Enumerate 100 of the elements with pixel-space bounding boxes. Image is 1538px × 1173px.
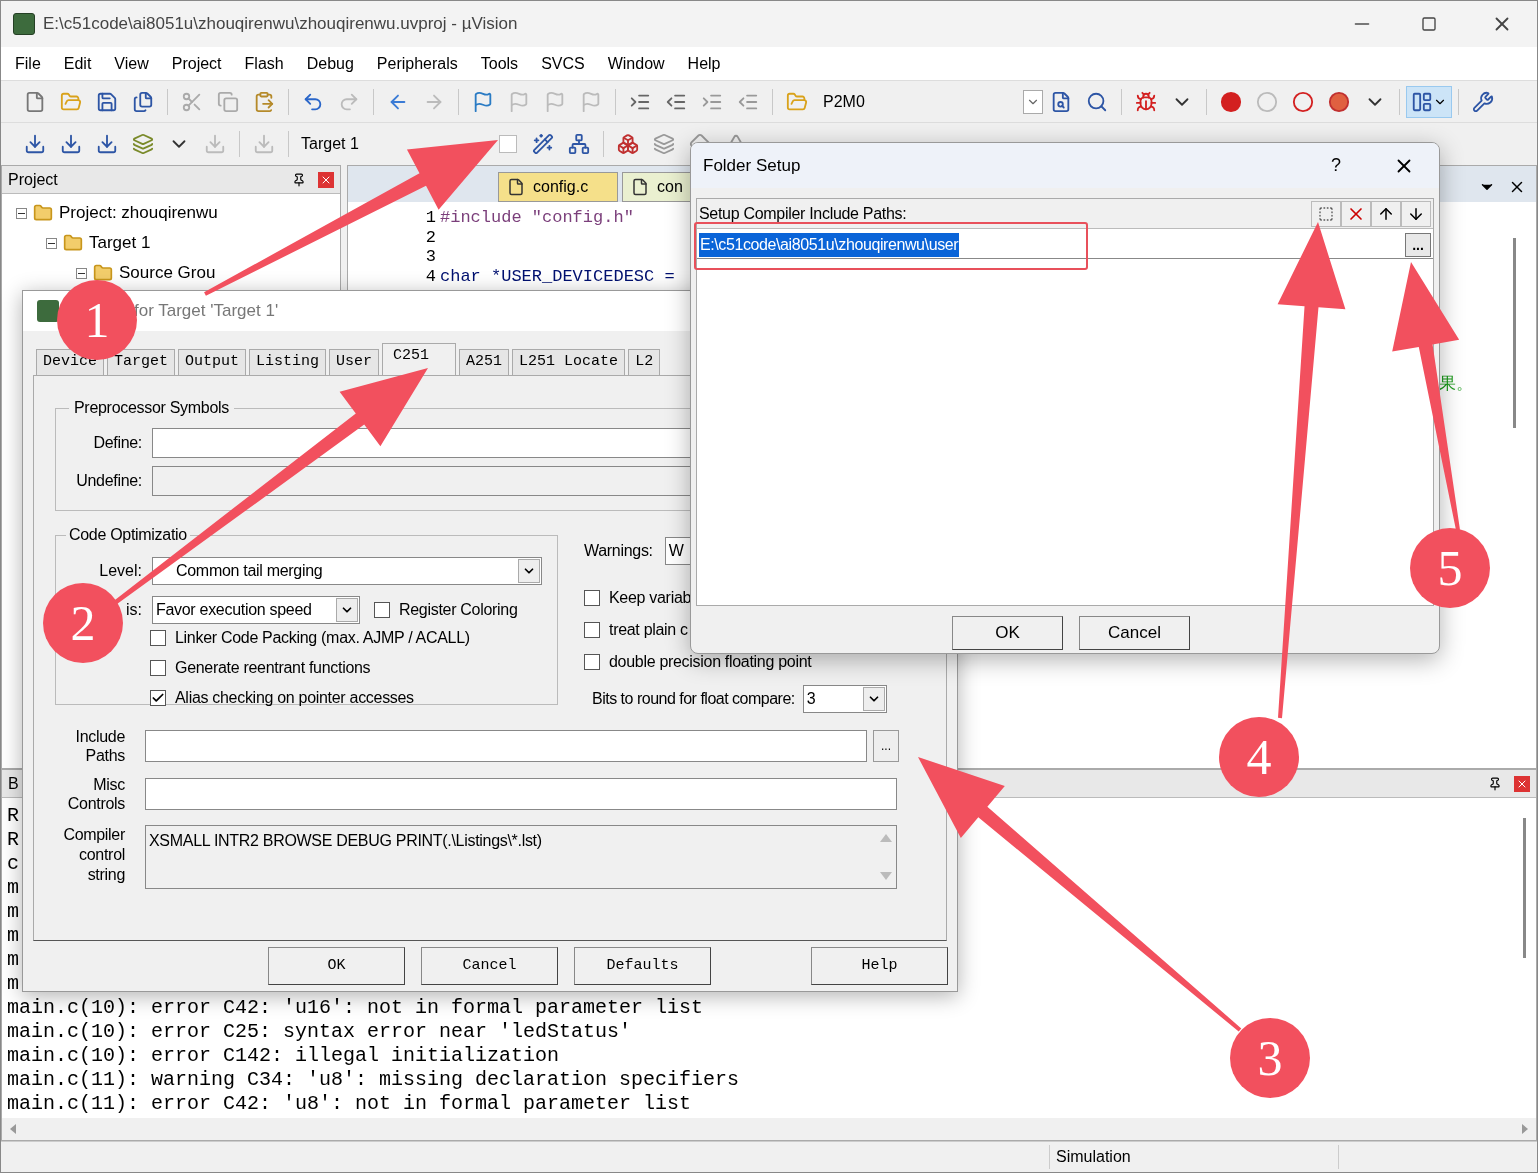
horizontal-scrollbar[interactable] [2, 1118, 1536, 1140]
search-icon[interactable] [1086, 90, 1108, 113]
path-list-item[interactable]: E:\c51code\ai8051u\zhouqirenwu\user [699, 232, 960, 257]
output-line: c [7, 852, 19, 876]
checkbox-label: Alias checking on pointer accesses [175, 688, 414, 708]
save-icon[interactable] [96, 90, 118, 113]
target-combo[interactable]: Target 1 [301, 132, 491, 156]
tab[interactable]: C251 [382, 343, 457, 375]
dialog-button[interactable]: OK [268, 947, 405, 985]
tab[interactable]: User [329, 349, 380, 375]
menu-item[interactable]: Edit [63, 51, 92, 76]
scrollbar[interactable] [1513, 238, 1516, 428]
control-string-field: XSMALL INTR2 BROWSE DEBUG PRINT(.\Listings\*.lst) [145, 825, 897, 889]
find-icon[interactable] [1050, 90, 1072, 113]
dialog-button[interactable]: Defaults [574, 947, 711, 985]
output-line: m [7, 900, 19, 924]
code-line: char *USER_DEVICEDESC = [440, 265, 675, 288]
manage-components-icon[interactable] [617, 133, 639, 155]
editor-tab[interactable]: config.c [498, 172, 618, 202]
menu-item[interactable]: Peripherals [376, 51, 458, 76]
translate-icon[interactable] [24, 133, 46, 155]
dropdown[interactable]: Common tail merging [152, 557, 542, 585]
save-all-icon[interactable] [132, 90, 154, 113]
scrollbar[interactable] [1523, 818, 1526, 958]
checkbox[interactable] [584, 622, 600, 638]
window-title: E:\c51code\ai8051u\zhouqirenwu\zhouqirenwu.uvproj - µVision [43, 13, 518, 36]
maximize-icon[interactable] [1421, 16, 1437, 32]
pin-icon[interactable] [292, 172, 306, 187]
new-file-icon[interactable] [24, 90, 46, 113]
options-icon[interactable] [568, 133, 590, 155]
tab[interactable]: L2 [628, 349, 661, 375]
checkbox[interactable] [374, 602, 390, 618]
line-number: 3 [424, 246, 436, 268]
checkbox[interactable] [150, 690, 166, 706]
tab[interactable]: Output [178, 349, 247, 375]
menu-item[interactable]: View [114, 51, 149, 76]
collapse-icon[interactable] [16, 207, 27, 219]
include-paths-field[interactable] [145, 730, 867, 762]
pin-icon[interactable] [1488, 776, 1502, 791]
debug-icon[interactable] [1135, 90, 1157, 113]
dropdown[interactable]: Favor execution speed [152, 596, 360, 624]
menu-item[interactable]: Tools [480, 51, 519, 76]
menu-item[interactable]: Project [171, 51, 222, 76]
menu-item[interactable]: Debug [306, 51, 354, 76]
tree-item[interactable]: Project: zhouqirenwu [59, 200, 218, 226]
menu-item[interactable]: Flash [244, 51, 284, 76]
magic-wand-icon[interactable] [532, 133, 554, 155]
delete-icon[interactable] [1341, 200, 1371, 227]
menu-item[interactable]: Window [607, 51, 665, 76]
paste-icon[interactable] [253, 90, 275, 113]
output-line: m [7, 948, 19, 972]
menu-item[interactable]: SVCS [541, 51, 585, 76]
wrench-icon[interactable] [1472, 90, 1494, 113]
help-button[interactable]: ? [1331, 152, 1341, 179]
dialog-button[interactable]: Cancel [1079, 616, 1190, 650]
menu-item[interactable]: Help [687, 51, 721, 76]
flag-icon[interactable] [472, 90, 494, 113]
line-number: 1 [424, 207, 436, 229]
output-line: main.c(10): error C42: 'u16': not in formal parameter list [7, 996, 704, 1020]
tab[interactable]: Listing [249, 349, 327, 375]
browse-button[interactable]: ... [1405, 232, 1431, 257]
checkbox[interactable] [584, 654, 600, 670]
batch-build-icon[interactable] [132, 133, 154, 155]
output-line: m [7, 924, 19, 948]
dialog-button[interactable]: OK [952, 616, 1063, 650]
move-up-icon[interactable] [1371, 200, 1401, 227]
tab[interactable]: Target [107, 349, 176, 375]
folder-icon [93, 263, 113, 283]
new-folder-icon[interactable] [1311, 200, 1341, 227]
tab[interactable]: L251 Locate [512, 349, 626, 375]
window-layout-button[interactable] [1406, 85, 1452, 118]
collapse-icon[interactable] [76, 267, 87, 279]
status-text: Simulation [1049, 1145, 1339, 1169]
dialog-button[interactable]: Cancel [421, 947, 558, 985]
find-combo[interactable]: P2M0 [823, 87, 1043, 116]
move-down-icon[interactable] [1401, 200, 1431, 227]
panel-title: Project [8, 169, 59, 190]
collapse-icon[interactable] [46, 237, 57, 249]
circles-icon[interactable] [1292, 90, 1314, 113]
menu-item[interactable]: File [15, 51, 41, 76]
clear-breakpoints-icon[interactable] [1328, 90, 1350, 113]
checkbox-label: Linker Code Packing (max. AJMP / ACALL) [175, 628, 470, 648]
field-label: Bits to round for float compare: [592, 689, 795, 709]
build-icon[interactable] [60, 133, 82, 155]
file-icon [507, 177, 525, 197]
browse-button[interactable]: ... [873, 730, 899, 762]
breakpoint-icon[interactable] [1220, 90, 1242, 113]
rebuild-icon[interactable] [96, 133, 118, 155]
dialog-button[interactable]: Help [811, 947, 948, 985]
checkbox[interactable] [584, 590, 600, 606]
field-label: Warnings: [584, 541, 653, 561]
dropdown[interactable]: 3 [802, 685, 887, 713]
misc-controls-field[interactable] [145, 778, 897, 810]
tree-item[interactable]: Target 1 [89, 230, 151, 256]
list-title: Setup Compiler Include Paths: [698, 203, 908, 224]
checkbox[interactable] [150, 630, 166, 646]
folder-icon [63, 233, 83, 253]
checkbox-label: Register Coloring [399, 600, 518, 620]
tab[interactable]: A251 [459, 349, 510, 375]
checkbox[interactable] [150, 660, 166, 676]
